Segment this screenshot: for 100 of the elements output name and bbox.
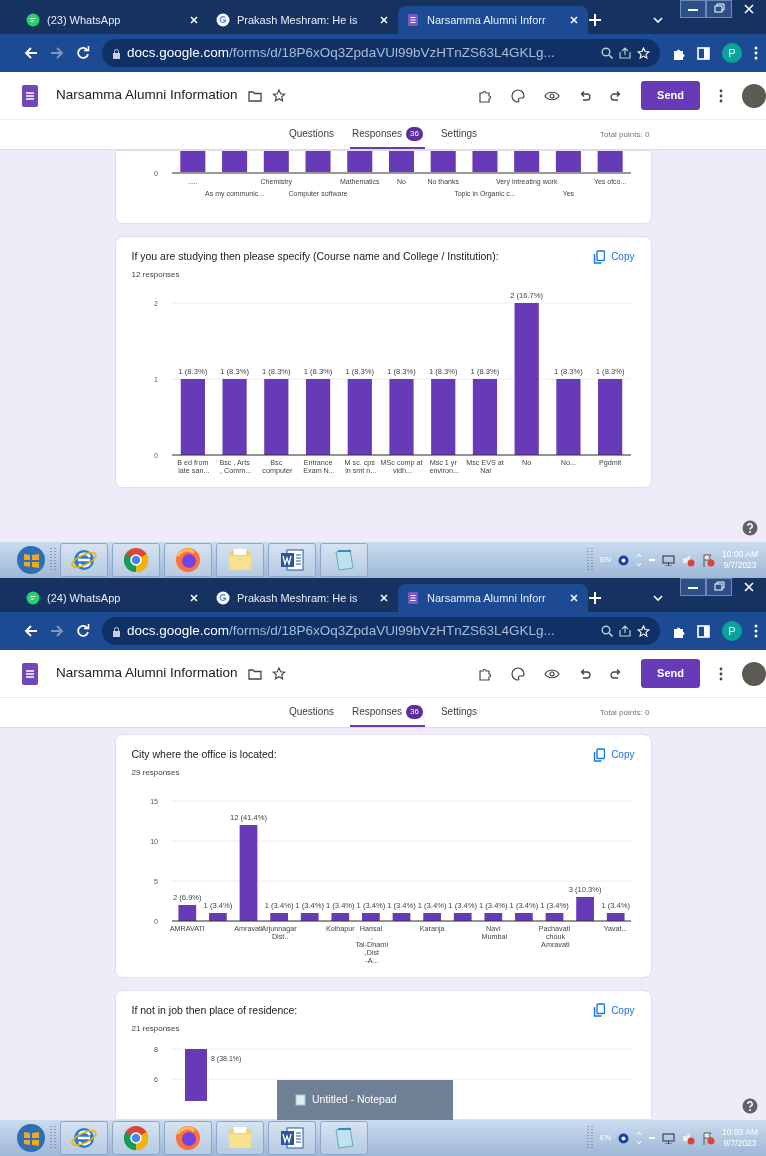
send-button[interactable]: Send [641, 81, 700, 110]
clock-time: 10:03 AM [722, 1126, 758, 1138]
puzzle-icon[interactable] [478, 88, 493, 103]
notepad-icon [295, 1094, 306, 1106]
form-tab[interactable]: Questions [286, 698, 336, 727]
undo-icon[interactable] [579, 667, 592, 680]
address-bar[interactable]: docs.google.com/forms/d/18P6xOq3ZpdaVUl99bVzHTnZS63L4GKLg... [102, 617, 660, 645]
close-icon[interactable] [378, 14, 390, 26]
reload-icon[interactable] [76, 46, 90, 60]
folder-icon[interactable] [247, 667, 262, 680]
kebab-menu-icon[interactable] [719, 88, 723, 103]
palette-icon[interactable] [511, 666, 526, 681]
copy-button[interactable]: Copy [593, 1002, 635, 1018]
kebab-menu-icon[interactable] [719, 666, 723, 681]
minimize-icon[interactable] [680, 0, 706, 18]
copy-icon [593, 747, 606, 762]
folder-icon[interactable] [247, 89, 262, 102]
browser-tab[interactable]: Prakash Meshram: He is [208, 584, 398, 612]
share-icon[interactable] [619, 47, 631, 59]
eye-icon[interactable] [544, 667, 561, 680]
account-avatar[interactable] [742, 83, 766, 108]
magnifier-icon[interactable] [601, 47, 613, 59]
side-panel-icon[interactable] [697, 46, 710, 60]
forward-arrow-icon[interactable] [50, 46, 64, 60]
account-avatar[interactable] [742, 661, 766, 686]
flag-icon[interactable] [702, 553, 716, 567]
bar [453, 912, 472, 921]
minimize-icon[interactable] [680, 578, 706, 596]
browser-tab[interactable]: Narsamma Alumni Inforr [398, 6, 588, 34]
share-icon[interactable] [619, 625, 631, 637]
browser-circle-icon[interactable] [122, 1124, 150, 1152]
form-list-icon [22, 84, 38, 107]
close-icon[interactable] [188, 592, 200, 604]
back-arrow-icon[interactable] [24, 624, 38, 638]
question-title: If you are studying then please specify (Course name and College / Institution): [131, 249, 499, 264]
start-orb-icon[interactable] [16, 545, 46, 575]
eye-icon[interactable] [544, 89, 561, 102]
taskbar-preview[interactable]: Untitled - Notepad [277, 1080, 453, 1120]
kebab-menu-icon[interactable] [754, 46, 758, 60]
form-tab[interactable]: Settings [438, 698, 480, 727]
flag-icon[interactable] [702, 1131, 716, 1145]
forward-arrow-icon[interactable] [50, 624, 64, 638]
bar [263, 151, 289, 172]
address-bar[interactable]: docs.google.com/forms/d/18P6xOq3ZpdaVUl99bVzHTnZS63L4GKLg... [102, 39, 660, 67]
copy-icon [593, 1003, 606, 1018]
bar [392, 912, 410, 921]
form-tab[interactable]: Settings [438, 120, 480, 149]
side-panel-icon[interactable] [697, 624, 710, 638]
redo-icon[interactable] [610, 89, 623, 102]
browser-tab[interactable]: (23) WhatsApp [18, 6, 208, 34]
network-icon[interactable] [662, 554, 676, 566]
bar [208, 912, 227, 921]
star-icon[interactable] [271, 666, 286, 681]
form-title: Narsamma Alumni Information [56, 86, 238, 105]
close-icon[interactable] [378, 592, 390, 604]
word-document-icon[interactable] [278, 1124, 306, 1152]
browser-tab[interactable]: (24) WhatsApp [18, 584, 208, 612]
browser-tab[interactable]: Narsamma Alumni Inforr [398, 584, 588, 612]
reload-icon[interactable] [76, 624, 90, 638]
bar [483, 912, 502, 921]
send-button[interactable]: Send [641, 659, 700, 688]
close-icon[interactable] [568, 592, 580, 604]
bar [513, 151, 539, 172]
g-logo-icon [216, 13, 230, 27]
magnifier-icon[interactable] [601, 625, 613, 637]
bar [471, 151, 497, 172]
undo-icon[interactable] [579, 89, 592, 102]
g-logo-icon [216, 591, 230, 605]
start-orb-icon[interactable] [16, 1123, 46, 1153]
star-icon[interactable] [271, 88, 286, 103]
word-document-icon[interactable] [278, 546, 306, 574]
lock-icon [112, 47, 121, 59]
form-list-icon [406, 591, 420, 605]
fox-globe-icon[interactable] [174, 1124, 202, 1152]
clock-date: 9/7/2023 [723, 1138, 757, 1150]
form-title: Narsamma Alumni Information [56, 664, 238, 683]
browser-circle-icon[interactable] [122, 546, 150, 574]
copy-button[interactable]: Copy [593, 747, 635, 762]
copy-button[interactable]: Copy [593, 249, 635, 264]
bar [514, 912, 533, 921]
network-icon[interactable] [662, 1132, 676, 1144]
response-count: 12 responses [131, 268, 181, 281]
browser-tab[interactable]: Prakash Meshram: He is [208, 6, 398, 34]
fox-globe-icon[interactable] [174, 546, 202, 574]
form-tab[interactable]: Questions [286, 120, 336, 149]
redo-icon[interactable] [610, 667, 623, 680]
question-title: If not in job then place of residence: [131, 1002, 298, 1018]
speaker-icon[interactable] [682, 1131, 696, 1145]
back-arrow-icon[interactable] [24, 46, 38, 60]
speaker-icon[interactable] [682, 553, 696, 567]
palette-icon[interactable] [511, 88, 526, 103]
kebab-menu-icon[interactable] [754, 624, 758, 638]
restore-icon[interactable] [706, 578, 732, 596]
restore-icon[interactable] [706, 0, 732, 18]
bar [388, 151, 414, 172]
bar [606, 912, 625, 921]
close-icon[interactable] [188, 14, 200, 26]
clock-date: 9/7/2023 [723, 560, 757, 572]
close-icon[interactable] [568, 14, 580, 26]
puzzle-icon[interactable] [478, 666, 493, 681]
